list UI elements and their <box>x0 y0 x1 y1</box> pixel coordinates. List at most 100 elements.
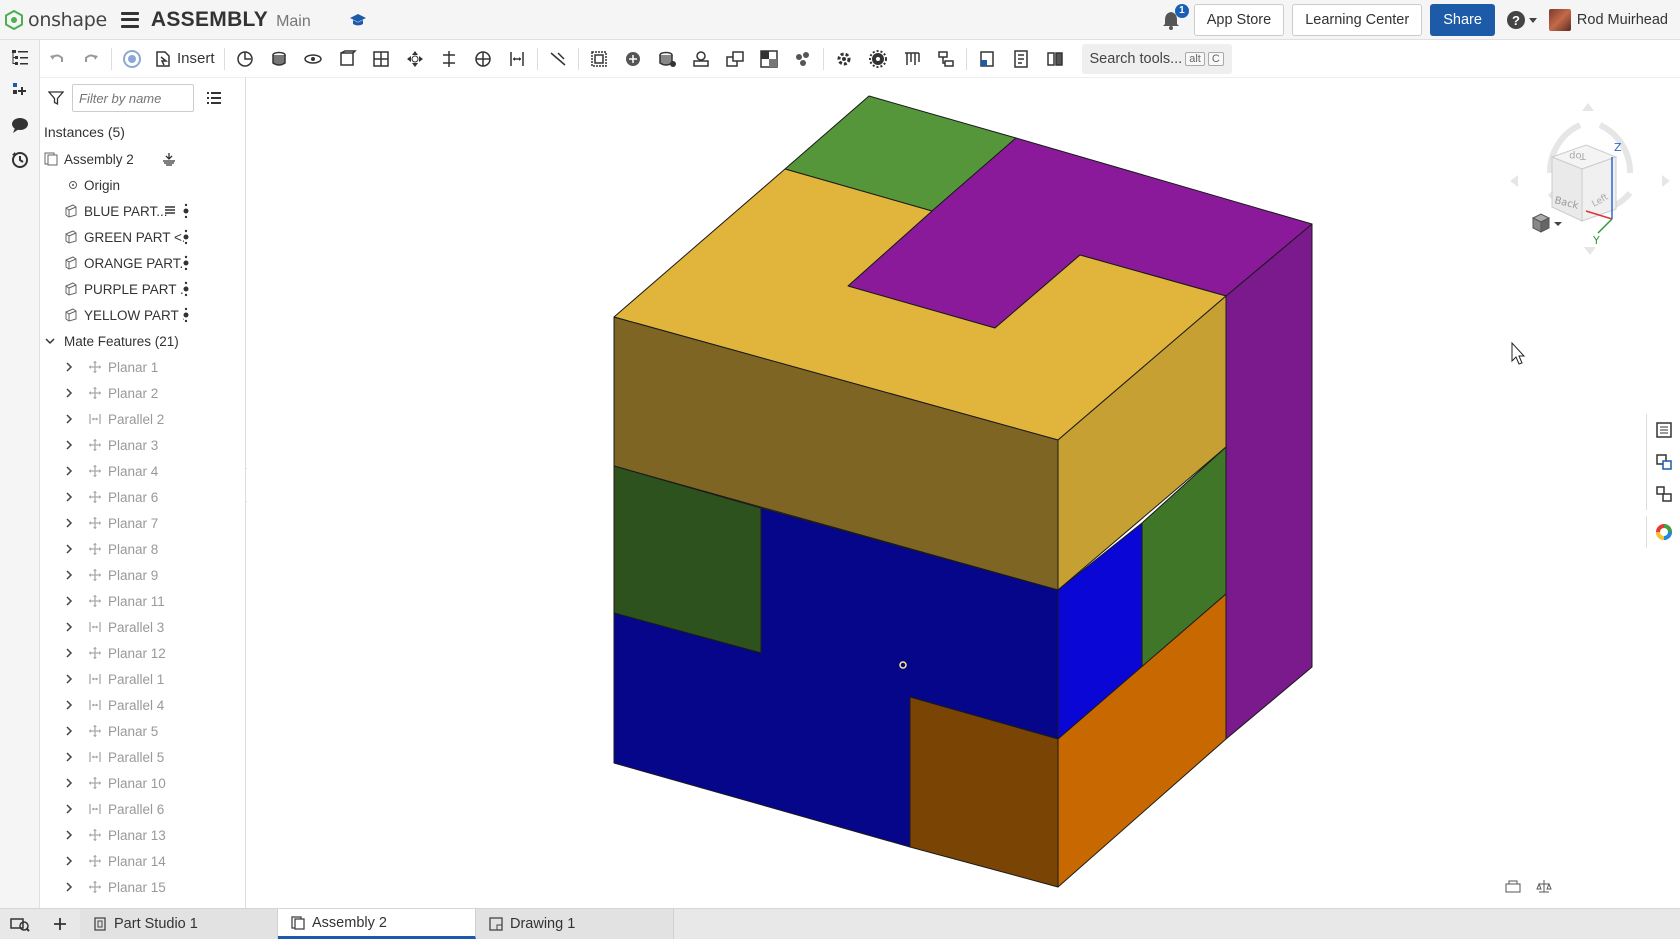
filter-icon[interactable] <box>48 90 64 106</box>
mate-indicator-icon[interactable] <box>183 281 189 297</box>
mate-row[interactable]: Planar 10 <box>40 770 245 796</box>
pin-slot-mate-icon[interactable] <box>432 43 466 75</box>
gear-icon[interactable] <box>861 43 895 75</box>
tab-drawing-1[interactable]: Drawing 1 <box>476 909 674 939</box>
chevron-right-icon[interactable] <box>64 622 74 632</box>
chevron-right-icon[interactable] <box>64 700 74 710</box>
configurations-icon[interactable] <box>1038 43 1072 75</box>
mate-row[interactable]: Planar 14 <box>40 848 245 874</box>
chevron-right-icon[interactable] <box>64 882 74 892</box>
cylindrical-mate-icon[interactable] <box>398 43 432 75</box>
mate-row[interactable]: Planar 12 <box>40 640 245 666</box>
help-menu[interactable]: ? <box>1507 11 1537 29</box>
slider-mate-icon[interactable] <box>330 43 364 75</box>
chevron-right-icon[interactable] <box>64 570 74 580</box>
chevron-right-icon[interactable] <box>64 518 74 528</box>
mate-connector-icon[interactable] <box>616 43 650 75</box>
insert-button[interactable]: Insert <box>149 43 221 75</box>
view-mode-icon[interactable] <box>1506 881 1520 892</box>
rack-pinion-icon[interactable] <box>684 43 718 75</box>
onshape-logo[interactable]: onshape <box>4 9 107 31</box>
history-icon[interactable] <box>0 142 40 176</box>
mate-row[interactable]: Planar 15 <box>40 874 245 900</box>
mate-row[interactable]: Planar 9 <box>40 562 245 588</box>
chevron-right-icon[interactable] <box>64 388 74 398</box>
mate-indicator-icon[interactable] <box>183 307 189 323</box>
filter-input[interactable] <box>72 84 194 112</box>
mate-row[interactable]: Planar 1 <box>40 354 245 380</box>
chevron-right-icon[interactable] <box>64 804 74 814</box>
chevron-right-icon[interactable] <box>64 778 74 788</box>
graphics-viewport[interactable]: Top Back Left Z Y <box>247 78 1680 908</box>
chevron-right-icon[interactable] <box>64 596 74 606</box>
app-store-button[interactable]: App Store <box>1194 4 1285 36</box>
instance-row[interactable]: BLUE PART... <box>40 198 245 224</box>
units-icon[interactable] <box>1537 880 1551 892</box>
explode-icon[interactable] <box>786 43 820 75</box>
chevron-right-icon[interactable] <box>64 830 74 840</box>
settings-gear-icon[interactable] <box>827 43 861 75</box>
mate-row[interactable]: Parallel 3 <box>40 614 245 640</box>
comments-icon[interactable] <box>0 108 40 142</box>
chevron-right-icon[interactable] <box>64 674 74 684</box>
notifications-bell-icon[interactable]: 1 <box>1160 9 1182 31</box>
fixed-icon[interactable] <box>164 205 176 217</box>
ground-icon[interactable] <box>162 152 176 166</box>
mate-indicator-icon[interactable] <box>183 255 189 271</box>
share-button[interactable]: Share <box>1430 4 1495 36</box>
mate-row[interactable]: Planar 4 <box>40 458 245 484</box>
undo-icon[interactable] <box>40 43 74 75</box>
gear-relation-icon[interactable] <box>650 43 684 75</box>
chevron-right-icon[interactable] <box>64 726 74 736</box>
parallel-mate-icon[interactable] <box>500 43 534 75</box>
menu-icon[interactable] <box>121 12 139 28</box>
linear-relation-icon[interactable] <box>752 43 786 75</box>
revolute-mate-icon[interactable] <box>296 43 330 75</box>
chevron-right-icon[interactable] <box>64 466 74 476</box>
section-view-icon[interactable] <box>970 43 1004 75</box>
purple-part-side-face[interactable] <box>1226 224 1312 739</box>
feature-list-icon[interactable] <box>0 40 40 74</box>
appearance-icon[interactable] <box>1646 446 1680 478</box>
mass-properties-icon[interactable] <box>929 43 963 75</box>
instance-tree-icon[interactable] <box>1646 478 1680 510</box>
render-studio-icon[interactable] <box>1646 516 1680 548</box>
redo-icon[interactable] <box>74 43 108 75</box>
branch-name[interactable]: Main <box>276 13 311 31</box>
mate-row[interactable]: Planar 5 <box>40 718 245 744</box>
mate-row[interactable]: Planar 2 <box>40 380 245 406</box>
user-name[interactable]: Rod Muirhead <box>1577 12 1668 28</box>
view-cube[interactable]: Top Back Left Z Y <box>1510 103 1670 255</box>
tab-assembly-2[interactable]: Assembly 2 <box>278 909 476 939</box>
tab-manager-icon[interactable] <box>0 909 40 939</box>
mate-row[interactable]: Parallel 1 <box>40 666 245 692</box>
mate-row[interactable]: Planar 7 <box>40 510 245 536</box>
replicate-icon[interactable] <box>228 43 262 75</box>
instances-section-title[interactable]: Instances (5) <box>40 118 245 146</box>
instance-row[interactable]: YELLOW PART ... <box>40 302 245 328</box>
tab-part-studio-1[interactable]: Part Studio 1 <box>80 909 278 939</box>
capture-icon[interactable] <box>115 43 149 75</box>
chevron-right-icon[interactable] <box>64 856 74 866</box>
mate-indicator-icon[interactable] <box>183 229 189 245</box>
mate-row[interactable]: Parallel 4 <box>40 692 245 718</box>
chevron-right-icon[interactable] <box>64 752 74 762</box>
mate-row[interactable]: Planar 8 <box>40 536 245 562</box>
chevron-right-icon[interactable] <box>64 648 74 658</box>
planar-mate-icon[interactable] <box>364 43 398 75</box>
assembly-row[interactable]: Assembly 2 <box>40 146 245 172</box>
mate-row[interactable]: Planar 11 <box>40 588 245 614</box>
list-view-icon[interactable] <box>206 91 222 105</box>
group-icon[interactable] <box>582 43 616 75</box>
bom-icon[interactable] <box>1004 43 1038 75</box>
mate-row[interactable]: Planar 13 <box>40 822 245 848</box>
measure-icon[interactable] <box>895 43 929 75</box>
mate-indicator-icon[interactable] <box>183 203 189 219</box>
avatar[interactable] <box>1549 9 1571 31</box>
chevron-right-icon[interactable] <box>64 544 74 554</box>
add-instance-icon[interactable] <box>0 74 40 108</box>
instance-row[interactable]: ORANGE PART... <box>40 250 245 276</box>
mate-row[interactable]: Parallel 6 <box>40 796 245 822</box>
properties-icon[interactable] <box>1646 414 1680 446</box>
assembly-model[interactable]: Top Back Left Z Y <box>247 78 1680 908</box>
